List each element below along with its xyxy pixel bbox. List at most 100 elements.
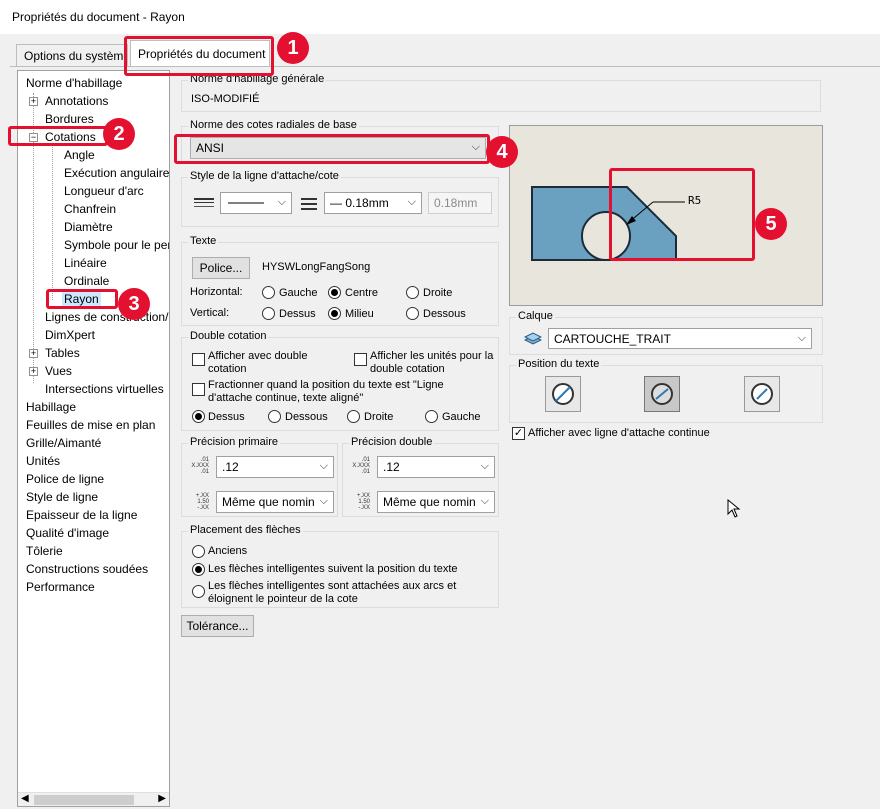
leader-style-label: Style de la ligne d'attache/cote bbox=[188, 170, 341, 182]
tree-item-bordures[interactable]: Bordures bbox=[45, 111, 94, 127]
arrow-smart-attach-label: Les flèches intelligentes sont attachées… bbox=[208, 580, 457, 605]
layer-icon bbox=[524, 332, 542, 345]
custom-thickness-input[interactable]: 0.18mm bbox=[428, 192, 492, 214]
tree-item-police-ligne[interactable]: Police de ligne bbox=[26, 471, 104, 487]
tree-item-epaisseur[interactable]: Epaisseur de la ligne bbox=[26, 507, 137, 523]
tree-item-feuilles[interactable]: Feuilles de mise en plan bbox=[26, 417, 155, 433]
dual-right-radio[interactable] bbox=[347, 410, 360, 423]
tree-item-style-ligne[interactable]: Style de ligne bbox=[26, 489, 98, 505]
mouse-cursor-icon bbox=[727, 499, 741, 518]
arrow-legacy-radio[interactable] bbox=[192, 545, 205, 558]
arrow-smart-follow-radio[interactable] bbox=[192, 563, 205, 576]
v-bottom-label: Dessous bbox=[423, 308, 466, 320]
tree-horizontal-scrollbar[interactable]: ◀ ▶ bbox=[18, 792, 169, 806]
tree-item-execution-angulaire[interactable]: Exécution angulaire bbox=[64, 165, 169, 181]
line-style-icon bbox=[194, 198, 214, 207]
tree-item-dimxpert[interactable]: DimXpert bbox=[45, 327, 95, 343]
chevron-down-icon: ⌵ bbox=[480, 460, 489, 472]
v-middle-label: Milieu bbox=[345, 308, 374, 320]
v-bottom-radio[interactable] bbox=[406, 307, 419, 320]
arrow-smart-attach-radio[interactable] bbox=[192, 585, 205, 598]
show-dual-checkbox[interactable] bbox=[192, 353, 205, 366]
v-top-radio[interactable] bbox=[262, 307, 275, 320]
expand-tables-icon[interactable]: + bbox=[29, 349, 38, 358]
chevron-down-icon: ⌵ bbox=[319, 495, 328, 507]
tree-item-lignes-construction[interactable]: Lignes de construction/ bbox=[45, 309, 168, 325]
font-button[interactable]: Police... bbox=[192, 257, 250, 279]
chevron-down-icon: ⌵ bbox=[319, 460, 328, 472]
tree-item-constructions[interactable]: Constructions soudées bbox=[26, 561, 148, 577]
scroll-right-icon[interactable]: ▶ bbox=[158, 793, 166, 804]
chevron-down-icon: ⌵ bbox=[797, 332, 806, 344]
tree-item-norme[interactable]: Norme d'habillage bbox=[26, 75, 122, 91]
text-position-aligned-icon[interactable] bbox=[744, 376, 780, 412]
h-center-radio[interactable] bbox=[328, 286, 341, 299]
primary-tolerance-select[interactable]: Même que nomin ⌵ bbox=[216, 491, 334, 513]
tree-item-habillage[interactable]: Habillage bbox=[26, 399, 76, 415]
layer-group: Calque CARTOUCHE_TRAIT ⌵ bbox=[509, 310, 823, 355]
line-thickness-icon bbox=[301, 198, 317, 210]
line-thickness-select[interactable]: — 0.18mm ⌵ bbox=[324, 192, 422, 214]
scroll-left-icon[interactable]: ◀ bbox=[21, 793, 29, 804]
tree-item-chanfrein[interactable]: Chanfrein bbox=[64, 201, 116, 217]
tree-item-qualite[interactable]: Qualité d'image bbox=[26, 525, 109, 541]
tree-item-intersections[interactable]: Intersections virtuelles bbox=[45, 381, 164, 397]
tolerance-precision-icon: +.XX 1.50 -.XX bbox=[356, 493, 370, 511]
v-middle-radio[interactable] bbox=[328, 307, 341, 320]
callout-box-1 bbox=[124, 36, 274, 76]
title-bar: Propriétés du document - Rayon bbox=[0, 0, 880, 34]
tree-item-angle[interactable]: Angle bbox=[64, 147, 95, 163]
tab-system-options[interactable]: Options du système bbox=[16, 44, 128, 66]
tree-item-ordinale[interactable]: Ordinale bbox=[64, 273, 109, 289]
line-style-select[interactable]: ⌵ bbox=[220, 192, 292, 214]
tree-item-tolerie[interactable]: Tôlerie bbox=[26, 543, 63, 559]
tree-item-tables[interactable]: Tables bbox=[45, 345, 80, 361]
chevron-down-icon: ⌵ bbox=[277, 196, 286, 208]
text-group: Texte Police... HYSWLongFangSong Horizon… bbox=[181, 235, 499, 326]
h-right-label: Droite bbox=[423, 287, 453, 299]
tree-item-grille[interactable]: Grille/Aimanté bbox=[26, 435, 101, 451]
layer-select[interactable]: CARTOUCHE_TRAIT ⌵ bbox=[548, 328, 812, 349]
dual-dimension-label: Double cotation bbox=[188, 330, 269, 342]
text-position-label: Position du texte bbox=[516, 358, 602, 370]
split-checkbox[interactable] bbox=[192, 383, 205, 396]
expand-vues-icon[interactable]: + bbox=[29, 367, 38, 376]
line-thickness-value: 0.18mm bbox=[345, 196, 389, 210]
dual-bottom-radio[interactable] bbox=[268, 410, 281, 423]
h-left-radio[interactable] bbox=[262, 286, 275, 299]
dual-top-radio[interactable] bbox=[192, 410, 205, 423]
window-title: Propriétés du document - Rayon bbox=[12, 10, 185, 24]
arrow-smart-follow-label: Les flèches intelligentes suivent la pos… bbox=[208, 563, 458, 575]
expand-annotations-icon[interactable]: + bbox=[29, 97, 38, 106]
h-left-label: Gauche bbox=[279, 287, 318, 299]
dual-top-label: Dessus bbox=[208, 411, 245, 423]
tree-item-annotations[interactable]: Annotations bbox=[45, 93, 108, 109]
text-position-horizontal-icon[interactable] bbox=[644, 376, 680, 412]
dual-left-radio[interactable] bbox=[425, 410, 438, 423]
show-dual-label: Afficher avec double cotation bbox=[208, 350, 308, 375]
tree-item-diametre[interactable]: Diamètre bbox=[64, 219, 113, 235]
tolerance-button[interactable]: Tolérance... bbox=[181, 615, 254, 637]
overall-standard-value: ISO-MODIFIÉ bbox=[191, 93, 260, 105]
callout-box-5 bbox=[609, 168, 755, 261]
scroll-thumb[interactable] bbox=[34, 795, 134, 805]
tree-item-lineaire[interactable]: Linéaire bbox=[64, 255, 107, 271]
h-right-radio[interactable] bbox=[406, 286, 419, 299]
properties-tree[interactable]: + − + + Norme d'habillage Annotations Bo… bbox=[17, 70, 170, 807]
dual-precision-select[interactable]: .12 ⌵ bbox=[377, 456, 495, 478]
tree-item-longueur-arc[interactable]: Longueur d'arc bbox=[64, 183, 144, 199]
tree-item-unites[interactable]: Unités bbox=[26, 453, 60, 469]
show-units-checkbox[interactable] bbox=[354, 353, 367, 366]
tree-item-symbole[interactable]: Symbole pour le per bbox=[64, 237, 169, 253]
tree-item-vues[interactable]: Vues bbox=[45, 363, 72, 379]
dual-tolerance-select[interactable]: Même que nomin ⌵ bbox=[377, 491, 495, 513]
dual-dimension-group: Double cotation Afficher avec double cot… bbox=[181, 330, 499, 431]
text-position-broken-leader-icon[interactable] bbox=[545, 376, 581, 412]
tree-item-performance[interactable]: Performance bbox=[26, 579, 95, 595]
continuous-leader-checkbox[interactable]: ✓ bbox=[512, 427, 525, 440]
callout-box-2 bbox=[8, 126, 108, 146]
overall-standard-group: Norme d'habillage générale ISO-MODIFIÉ bbox=[181, 73, 821, 112]
chevron-down-icon: ⌵ bbox=[407, 196, 416, 208]
primary-precision-group: Précision primaire .01 X.XXX .01 .12 ⌵ +.X… bbox=[181, 436, 338, 517]
primary-precision-select[interactable]: .12 ⌵ bbox=[216, 456, 334, 478]
